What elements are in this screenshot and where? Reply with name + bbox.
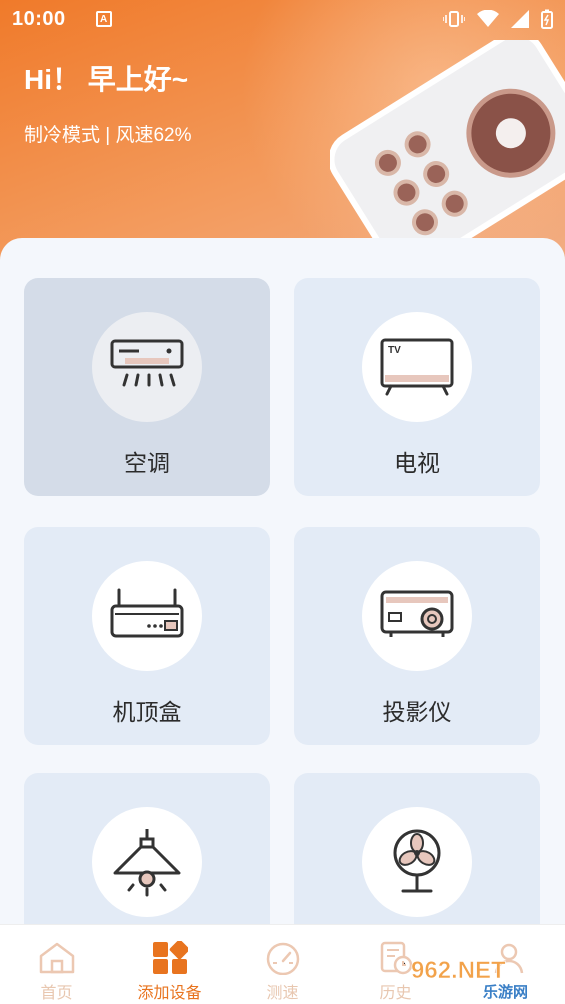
watermark-main: 962.NET [411,957,506,984]
nav-label: 测速 [266,985,299,1002]
vibrate-icon [443,11,465,27]
device-card-projector[interactable]: 投影仪 [294,527,540,745]
device-card-tv[interactable]: TV 电视 [294,278,540,496]
device-label: 机顶盒 [112,699,182,725]
add-device-icon [152,941,188,974]
device-icon-circle: TV [362,312,472,422]
status-bar: 10:00 A [0,0,565,38]
nav-item-speed-test[interactable]: 测速 [226,925,339,1004]
mode-status-text: 制冷模式 | 风速62% [24,125,192,146]
battery-icon [541,9,553,29]
device-icon-circle [362,807,472,917]
signal-icon [511,10,529,28]
status-time: 10:00 [12,7,66,30]
air-conditioner-icon [110,339,184,387]
wifi-icon [477,10,499,27]
status-icons [443,9,553,29]
set-top-box-icon [110,588,184,638]
device-card-air-conditioner[interactable]: 空调 [24,278,270,496]
nav-item-add-device[interactable]: 添加设备 [113,925,226,1004]
device-label: 电视 [394,450,440,476]
tv-screen-text: TV [388,345,401,356]
device-label: 投影仪 [382,699,452,725]
device-icon-circle [362,561,472,671]
device-icon-circle [92,312,202,422]
fan-icon [393,829,441,893]
speedometer-icon [266,942,299,975]
greeting-title: Hi！ 早上好~ [24,64,189,95]
site-watermark: 962.NET 乐游网 [411,957,528,1000]
nav-label: 首页 [40,985,73,1002]
projector-icon [380,590,454,637]
watermark-sub: 乐游网 [483,983,528,1000]
nav-label: 添加设备 [137,985,202,1002]
tv-icon: TV [380,338,454,396]
notification-icon: A [95,11,112,27]
lamp-icon [113,829,181,897]
device-panel: 空调 TV 电视 机顶盒 投影仪 [0,238,565,991]
home-icon [39,942,74,974]
device-card-set-top-box[interactable]: 机顶盒 [24,527,270,745]
nav-item-home[interactable]: 首页 [0,925,113,1004]
device-icon-circle [92,807,202,917]
device-label: 空调 [124,450,170,476]
device-icon-circle [92,561,202,671]
